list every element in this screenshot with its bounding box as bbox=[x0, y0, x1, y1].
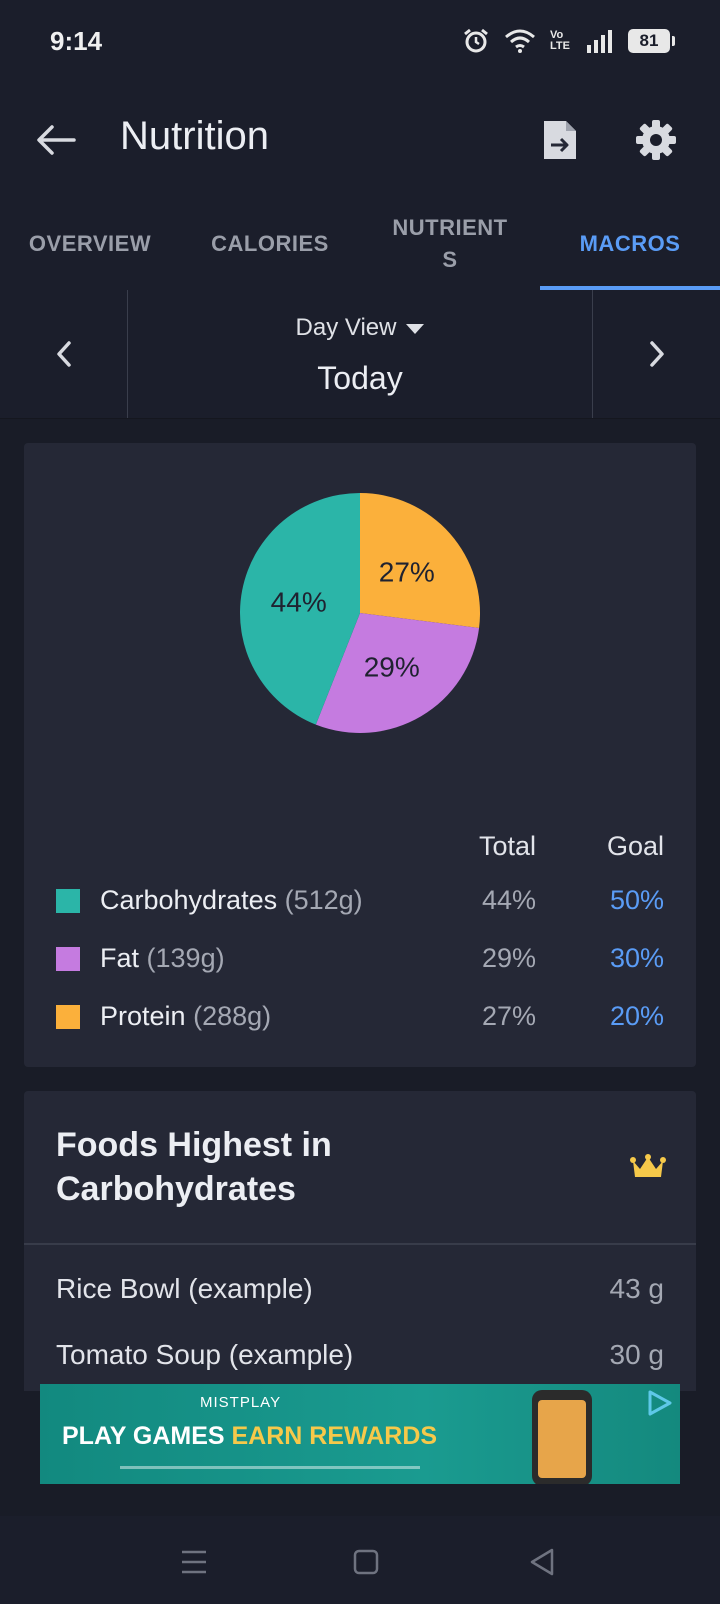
macros-card: 27% 29% 44% Total Goal Carbohydrates (512g… bbox=[24, 443, 696, 1067]
ad-phone-image bbox=[532, 1390, 592, 1484]
macros-pie-chart: 27% 29% 44% bbox=[239, 493, 480, 733]
ad-brand: MISTPLAY bbox=[200, 1394, 282, 1411]
system-nav-bar bbox=[0, 1516, 720, 1604]
food-name: Rice Bowl (example) bbox=[56, 1273, 313, 1304]
settings-button[interactable] bbox=[630, 114, 682, 166]
export-button[interactable] bbox=[534, 114, 586, 166]
macro-row-protein: Protein (288g) 27% 20% bbox=[24, 989, 696, 1047]
crown-icon[interactable] bbox=[630, 1153, 666, 1186]
recent-apps-button[interactable] bbox=[174, 1542, 214, 1582]
battery-icon: 81 bbox=[628, 29, 675, 53]
chevron-left-icon bbox=[56, 341, 71, 367]
food-name: Tomato Soup (example) bbox=[56, 1339, 354, 1370]
food-value: 43 g bbox=[609, 1273, 665, 1304]
wifi-icon bbox=[504, 28, 536, 54]
date-label: Today bbox=[317, 360, 403, 396]
tab-calories[interactable]: CALORIES bbox=[180, 198, 360, 290]
tab-overview[interactable]: OVERVIEW bbox=[0, 198, 180, 290]
ad-choices-icon[interactable] bbox=[644, 1388, 674, 1423]
triangle-back-icon bbox=[530, 1548, 554, 1576]
ad-headline: PLAY GAMES EARN REWARDS bbox=[62, 1422, 438, 1450]
volte-icon: Vo LTE bbox=[550, 29, 570, 52]
alarm-icon bbox=[462, 27, 490, 55]
pie-label-fat: 29% bbox=[364, 652, 420, 683]
macro-total: 27% bbox=[481, 1001, 536, 1031]
arrow-left-icon bbox=[37, 125, 76, 155]
home-button[interactable] bbox=[346, 1542, 386, 1582]
divider bbox=[24, 1243, 696, 1245]
macro-row-fat: Fat (139g) 29% 30% bbox=[24, 931, 696, 989]
fat-swatch bbox=[56, 947, 80, 971]
macro-label: Fat (139g) bbox=[100, 943, 225, 973]
menu-icon bbox=[182, 1550, 206, 1574]
square-icon bbox=[353, 1549, 379, 1575]
protein-swatch bbox=[56, 1005, 80, 1029]
macro-label: Carbohydrates (512g) bbox=[100, 885, 363, 915]
status-icons: Vo LTE 81 bbox=[462, 27, 675, 55]
foods-highest-card: Foods Highest in Carbohydrates Rice Bowl… bbox=[24, 1091, 696, 1391]
back-button[interactable] bbox=[32, 116, 80, 164]
total-column-header: Total bbox=[478, 831, 536, 861]
page-title: Nutrition bbox=[120, 114, 269, 158]
macro-goal[interactable]: 30% bbox=[610, 943, 664, 974]
date-navigator: Day View Today bbox=[0, 290, 720, 419]
pie-label-carbohydrates: 44% bbox=[271, 586, 327, 617]
food-value: 30 g bbox=[609, 1339, 665, 1370]
chevron-right-icon bbox=[649, 341, 664, 367]
system-back-button[interactable] bbox=[522, 1542, 562, 1582]
tab-macros[interactable]: MACROS bbox=[540, 198, 720, 290]
gear-icon bbox=[636, 120, 676, 160]
ad-banner[interactable]: MISTPLAY PLAY GAMES EARN REWARDS bbox=[40, 1384, 680, 1484]
next-day-button[interactable] bbox=[592, 290, 720, 418]
macro-total: 44% bbox=[481, 885, 536, 915]
carbohydrates-swatch bbox=[56, 889, 80, 913]
pie-label-protein: 27% bbox=[379, 557, 435, 588]
previous-day-button[interactable] bbox=[0, 290, 128, 418]
view-mode-dropdown[interactable]: Day View bbox=[128, 314, 592, 342]
caret-down-icon bbox=[406, 323, 425, 334]
foods-card-title: Foods Highest in Carbohydrates bbox=[56, 1126, 332, 1208]
app-bar: Nutrition bbox=[0, 92, 720, 188]
ad-fineprint bbox=[120, 1466, 420, 1469]
macro-label: Protein (288g) bbox=[100, 1001, 272, 1031]
file-export-icon bbox=[544, 121, 576, 159]
food-row[interactable]: Tomato Soup (example) 30 g bbox=[24, 1327, 696, 1387]
macro-total: 29% bbox=[481, 943, 536, 973]
status-bar: 9:14 Vo LTE 81 bbox=[0, 0, 720, 82]
tab-nutrients[interactable]: NUTRIENT S bbox=[360, 198, 540, 290]
macro-goal[interactable]: 20% bbox=[610, 1001, 664, 1032]
tab-bar: OVERVIEW CALORIES NUTRIENT S MACROS bbox=[0, 198, 720, 290]
macro-goal[interactable]: 50% bbox=[610, 885, 664, 916]
view-mode-label: Day View bbox=[295, 314, 397, 341]
signal-icon bbox=[586, 29, 614, 53]
status-time: 9:14 bbox=[50, 25, 103, 56]
food-row[interactable]: Rice Bowl (example) 43 g bbox=[24, 1261, 696, 1321]
goal-column-header: Goal bbox=[606, 831, 664, 861]
macro-row-carbohydrates: Carbohydrates (512g) 44% 50% bbox=[24, 873, 696, 931]
